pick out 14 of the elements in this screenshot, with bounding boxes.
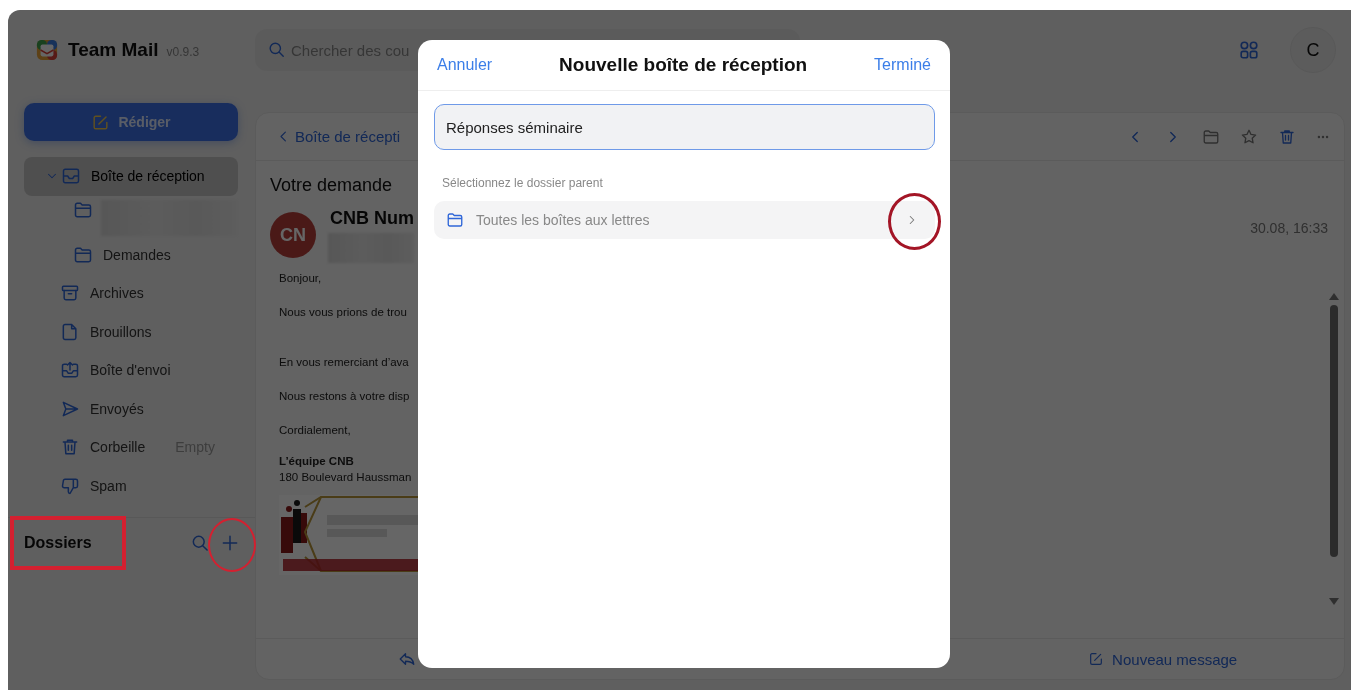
body-text: Nous vous prions de trou: [279, 305, 408, 319]
section-title: Dossiers: [24, 534, 92, 551]
body-text: Cordialement,: [279, 423, 352, 437]
body-text: Bonjour,: [279, 271, 323, 285]
dialog-title: Nouvelle boîte de réception: [559, 54, 808, 76]
app-name: Team Mail: [68, 39, 159, 61]
body-text: En vous remerciant d’ava: [279, 355, 410, 369]
sender-avatar: CN: [270, 212, 316, 258]
signature-address: 180 Boulevard Haussman: [279, 470, 413, 485]
field-label: Sélectionnez le dossier parent: [442, 176, 604, 190]
sender-name: CNB Num: [330, 208, 414, 229]
signature-name: L’équipe CNB: [279, 454, 355, 469]
body-text: Nous restons à votre disp: [279, 389, 411, 403]
message-subject: Votre demande: [270, 175, 393, 196]
